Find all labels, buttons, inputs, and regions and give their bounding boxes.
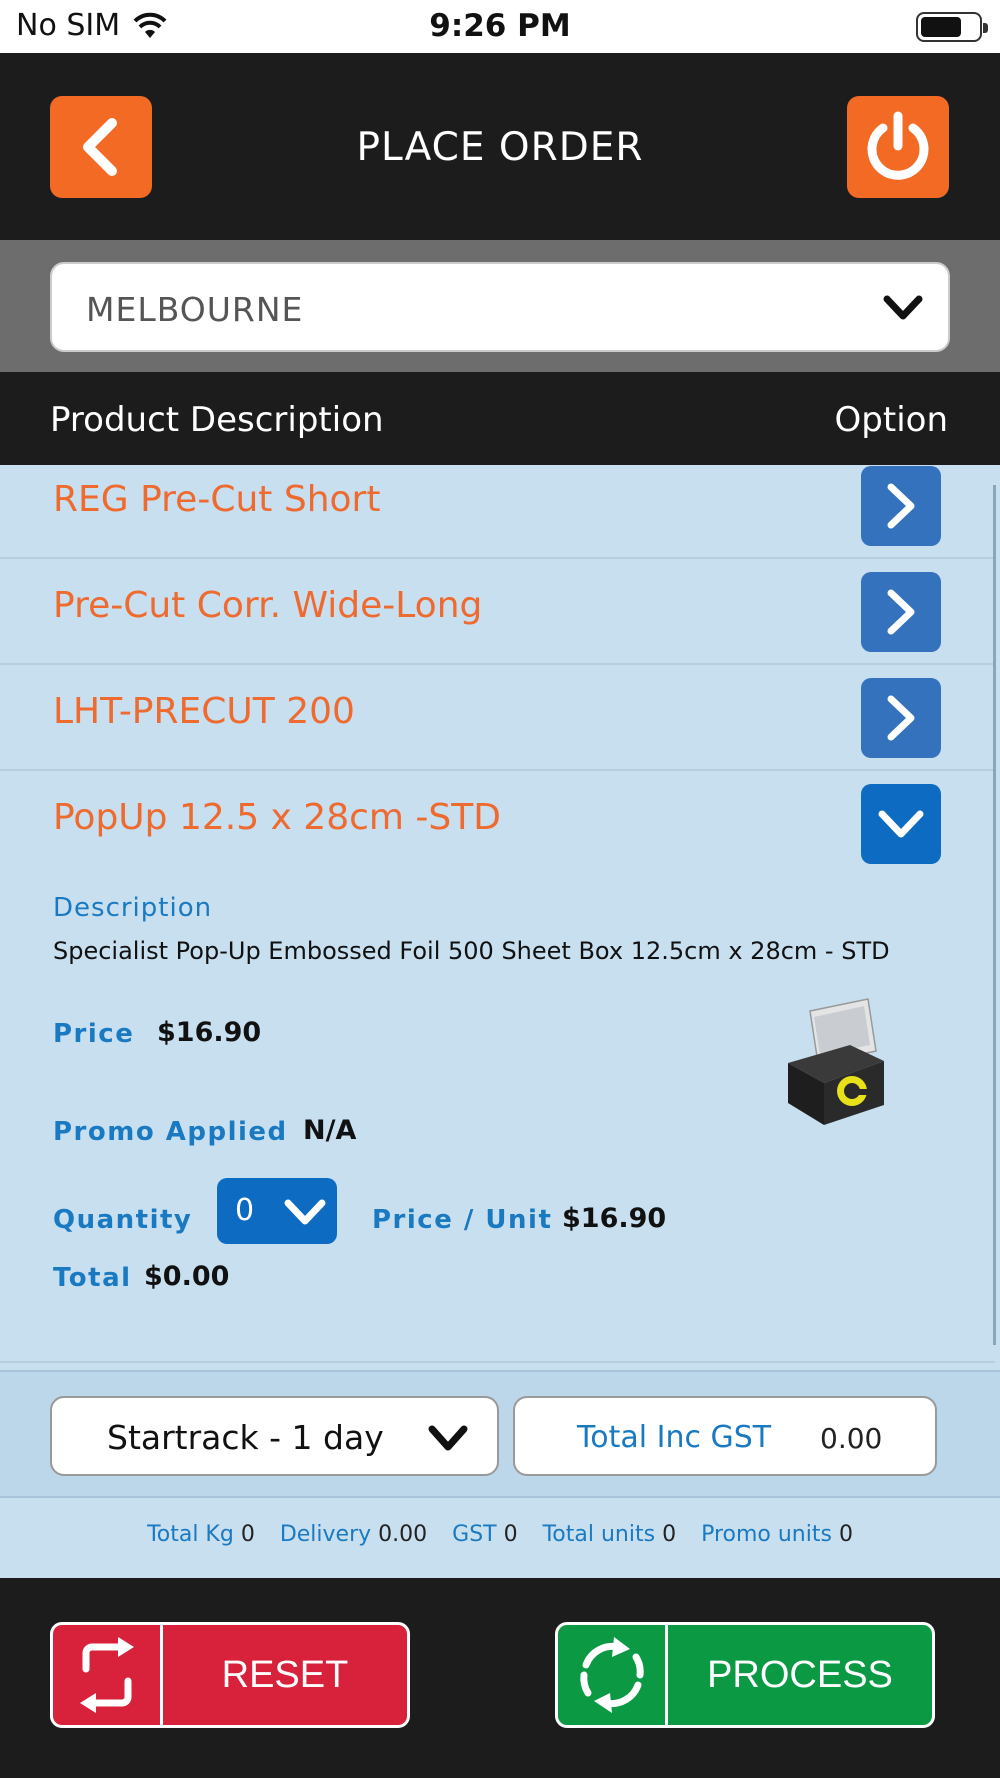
chevron-right-icon <box>887 483 915 529</box>
price-unit-label: Price / Unit <box>372 1205 553 1235</box>
chevron-down-icon <box>428 1425 468 1451</box>
list-item[interactable]: REG Pre-Cut Short <box>0 465 995 559</box>
promo-units-label: Promo units <box>701 1522 832 1547</box>
collapse-button[interactable] <box>861 784 941 864</box>
product-image <box>788 998 884 1125</box>
total-inc-gst-value: 0.00 <box>820 1422 883 1455</box>
total-units-label: Total units <box>542 1522 656 1547</box>
shipping-method-select[interactable]: Startrack - 1 day <box>50 1396 499 1476</box>
product-name: Pre-Cut Corr. Wide-Long <box>53 585 483 626</box>
product-name: LHT-PRECUT 200 <box>53 691 355 732</box>
delivery-label: Delivery <box>279 1522 372 1547</box>
reset-button[interactable]: RESET <box>50 1622 410 1728</box>
column-option: Option <box>834 400 948 440</box>
list-item[interactable]: LHT-PRECUT 200 <box>0 665 995 771</box>
total-kg-label: Total Kg <box>147 1522 234 1547</box>
gst-value: 0 <box>503 1522 518 1547</box>
chevron-down-icon <box>284 1199 326 1225</box>
total-value: $0.00 <box>144 1261 230 1292</box>
chevron-right-icon <box>887 695 915 741</box>
expand-button[interactable] <box>861 466 941 546</box>
product-name: REG Pre-Cut Short <box>53 479 381 520</box>
list-item-expanded[interactable]: PopUp 12.5 x 28cm -STD <box>0 771 995 877</box>
footer-actions: RESET PROCESS <box>0 1578 1000 1778</box>
promo-value: N/A <box>303 1115 357 1146</box>
shipping-bar: Startrack - 1 day Total Inc GST 0.00 <box>0 1370 1000 1496</box>
list-column-header: Product Description Option <box>0 372 1000 465</box>
quantity-value: 0 <box>235 1193 255 1228</box>
chevron-down-icon <box>878 810 924 838</box>
delivery-value: 0.00 <box>378 1522 428 1547</box>
battery-icon <box>916 12 988 42</box>
price-label: Price <box>53 1019 135 1049</box>
list-item[interactable]: Pre-Cut Corr. Wide-Long <box>0 559 995 665</box>
column-product-description: Product Description <box>50 400 384 440</box>
total-inc-gst-box: Total Inc GST 0.00 <box>513 1396 937 1476</box>
promo-label: Promo Applied <box>53 1117 288 1147</box>
process-icon <box>558 1625 668 1725</box>
total-kg-value: 0 <box>240 1522 255 1547</box>
shipping-method-value: Startrack - 1 day <box>107 1418 384 1457</box>
price-value: $16.90 <box>157 1017 262 1048</box>
quantity-label: Quantity <box>53 1205 193 1235</box>
description-label: Description <box>53 893 213 923</box>
chevron-down-icon <box>883 295 923 320</box>
price-unit-value: $16.90 <box>562 1203 667 1234</box>
clock: 9:26 PM <box>429 8 571 44</box>
product-list[interactable]: REG Pre-Cut Short Pre-Cut Corr. Wide-Lon… <box>0 465 1000 1370</box>
scrollbar[interactable] <box>993 485 996 1345</box>
total-label: Total <box>53 1263 132 1293</box>
order-summary: Total Kg 0 Delivery 0.00 GST 0 Total uni… <box>0 1496 1000 1578</box>
location-select[interactable]: MELBOURNE <box>50 262 950 352</box>
product-name: PopUp 12.5 x 28cm -STD <box>53 797 501 838</box>
expand-button[interactable] <box>861 678 941 758</box>
gst-label: GST <box>452 1522 497 1547</box>
location-value: MELBOURNE <box>86 290 304 329</box>
reset-icon <box>53 1625 163 1725</box>
power-icon <box>867 111 929 180</box>
chevron-right-icon <box>887 589 915 635</box>
status-bar: No SIM 9:26 PM <box>0 0 1000 53</box>
process-label: PROCESS <box>707 1653 893 1696</box>
total-inc-gst-label: Total Inc GST <box>577 1420 772 1455</box>
process-button[interactable]: PROCESS <box>555 1622 935 1728</box>
summary-line: Total Kg 0 Delivery 0.00 GST 0 Total uni… <box>0 1522 1000 1547</box>
total-units-value: 0 <box>662 1522 677 1547</box>
location-bar: MELBOURNE <box>0 240 1000 372</box>
description-text: Specialist Pop-Up Embossed Foil 500 Shee… <box>53 937 890 965</box>
promo-units-value: 0 <box>838 1522 853 1547</box>
product-detail: Description Specialist Pop-Up Embossed F… <box>0 875 995 1363</box>
reset-label: RESET <box>221 1653 349 1696</box>
quantity-select[interactable]: 0 <box>217 1178 337 1244</box>
app-header: PLACE ORDER <box>0 53 1000 240</box>
expand-button[interactable] <box>861 572 941 652</box>
logout-button[interactable] <box>847 96 949 198</box>
